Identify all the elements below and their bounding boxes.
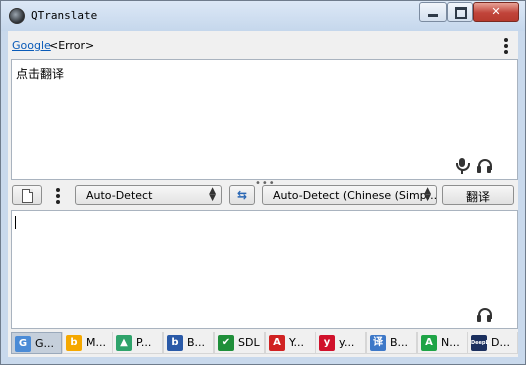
language-toolbar: Auto-Detect ▲ ▼ ⇆ Auto-Detect (Chinese (S… bbox=[8, 184, 518, 208]
target-language-select[interactable]: Auto-Detect (Chinese (Simp... ▲ ▼ bbox=[262, 185, 437, 205]
service-status: <Error> bbox=[49, 39, 95, 52]
service-tab-label: B... bbox=[187, 336, 206, 349]
service-tab[interactable]: G G... bbox=[11, 332, 62, 354]
service-icon: y bbox=[319, 335, 335, 351]
source-language-select[interactable]: Auto-Detect ▲ ▼ bbox=[75, 185, 222, 205]
service-tab-label: N... bbox=[441, 336, 460, 349]
minimize-button[interactable] bbox=[419, 2, 447, 22]
service-tab[interactable]: DeepL D... bbox=[467, 332, 518, 354]
target-language-value: Auto-Detect (Chinese (Simp... bbox=[273, 189, 438, 202]
service-tab-label: G... bbox=[35, 337, 55, 350]
service-icon: b bbox=[66, 335, 82, 351]
dropdown-arrows-icon: ▲ ▼ bbox=[424, 186, 431, 203]
qtranslate-window: QTranslate ✕ Google <Error> 点击翻译 ••• Aut… bbox=[0, 0, 526, 365]
document-icon bbox=[22, 189, 33, 203]
service-icon: G bbox=[15, 336, 31, 352]
service-tab[interactable]: A N... bbox=[417, 332, 468, 354]
source-text: 点击翻译 bbox=[16, 67, 65, 81]
service-tab-label: B... bbox=[390, 336, 409, 349]
source-language-value: Auto-Detect bbox=[86, 189, 153, 202]
maximize-icon bbox=[455, 7, 467, 19]
service-icon: A bbox=[421, 335, 437, 351]
new-document-button[interactable] bbox=[12, 185, 42, 205]
service-tab[interactable]: A Y... bbox=[265, 332, 316, 354]
minimize-icon bbox=[428, 14, 438, 17]
window-title: QTranslate bbox=[31, 9, 98, 22]
service-tab[interactable]: b M... bbox=[62, 332, 113, 354]
microphone-icon[interactable] bbox=[455, 158, 470, 174]
service-link[interactable]: Google bbox=[12, 39, 51, 52]
service-icon: ▲ bbox=[116, 335, 132, 351]
service-tab-label: y... bbox=[339, 336, 355, 349]
service-icon: b bbox=[167, 335, 183, 351]
service-icon: 译 bbox=[370, 335, 386, 351]
service-icon: ✔ bbox=[218, 335, 234, 351]
source-text-area[interactable]: 点击翻译 bbox=[11, 59, 518, 180]
swap-icon: ⇆ bbox=[236, 188, 248, 202]
dropdown-arrows-icon: ▲ ▼ bbox=[209, 186, 216, 203]
more-options-icon[interactable] bbox=[503, 38, 509, 54]
maximize-button[interactable] bbox=[447, 2, 473, 22]
headphones-icon[interactable] bbox=[477, 159, 493, 173]
title-bar[interactable]: QTranslate ✕ bbox=[1, 1, 525, 31]
service-tab-label: P... bbox=[136, 336, 152, 349]
result-text-area[interactable] bbox=[11, 210, 518, 329]
headphones-icon[interactable] bbox=[477, 308, 493, 322]
service-tab[interactable]: 译 B... bbox=[366, 332, 417, 354]
service-tab[interactable]: b B... bbox=[163, 332, 214, 354]
service-tab-label: SDL bbox=[238, 336, 260, 349]
service-icon: A bbox=[269, 335, 285, 351]
close-button[interactable]: ✕ bbox=[473, 2, 519, 22]
swap-languages-button[interactable]: ⇆ bbox=[229, 185, 255, 205]
service-icon: DeepL bbox=[471, 335, 489, 351]
service-tab[interactable]: y y... bbox=[315, 332, 366, 354]
translate-button[interactable]: 翻译 bbox=[442, 185, 514, 205]
app-icon bbox=[9, 8, 25, 24]
service-tab[interactable]: ✔ SDL bbox=[214, 332, 265, 354]
source-header: Google <Error> bbox=[8, 31, 518, 57]
client-area: Google <Error> 点击翻译 ••• Auto-Detect ▲▼ bbox=[8, 31, 518, 357]
service-tab-label: D... bbox=[491, 336, 510, 349]
service-tab-bar: G G... b M... ▲ P... b B... ✔ SDL A Y... y y... 译 B... A… bbox=[11, 331, 518, 355]
toolbar-menu-icon[interactable] bbox=[55, 188, 61, 204]
service-tab-label: Y... bbox=[289, 336, 304, 349]
text-caret bbox=[15, 216, 16, 229]
translate-label: 翻译 bbox=[465, 190, 490, 204]
service-tab-label: M... bbox=[86, 336, 106, 349]
close-icon: ✕ bbox=[491, 5, 501, 18]
service-tab[interactable]: ▲ P... bbox=[112, 332, 163, 354]
